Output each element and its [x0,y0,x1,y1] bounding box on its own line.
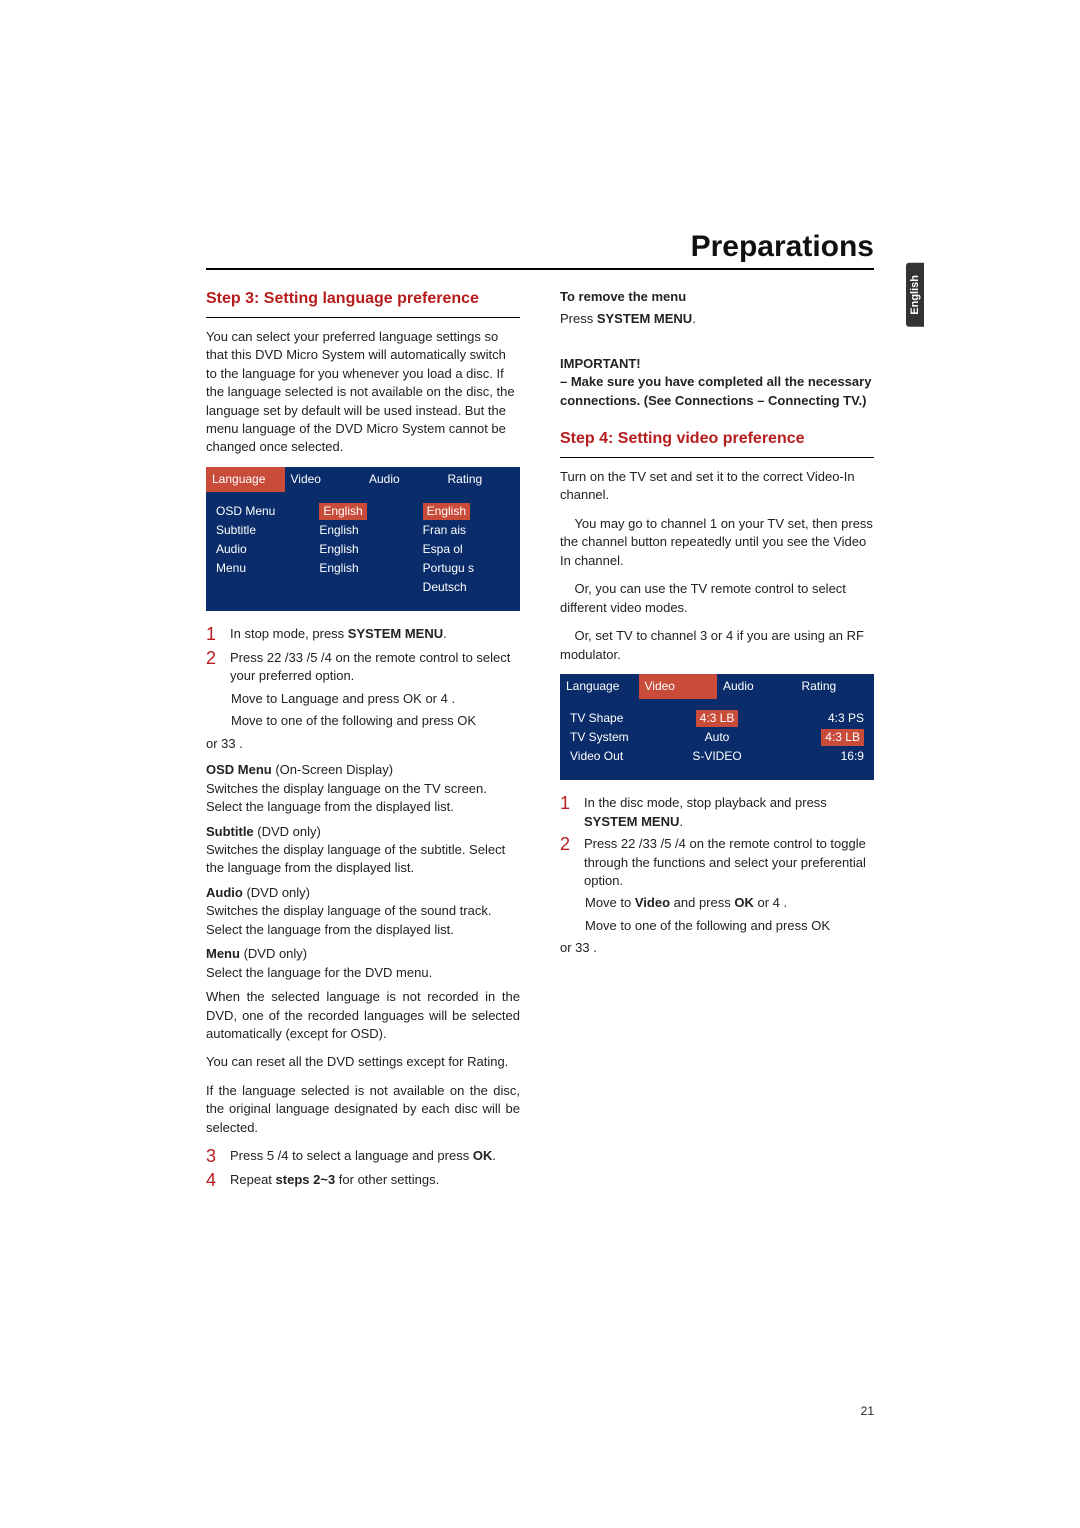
list-item: 2 Press 22 /33 /5 /4 on the remote contr… [206,649,520,686]
list-item: 1 In stop mode, press SYSTEM MENU. [206,625,520,645]
step4-rule [560,457,874,458]
bullet-item: Move to Video and press OK or 4 . Move t… [560,894,874,957]
step-number-1: 1 [206,625,220,645]
osd-value: 4:3 LB [669,709,764,728]
definition-menu: Menu (DVD only) Select the language for … [206,945,520,982]
osd-label: TV Shape [566,709,661,728]
bullet-tail: or 33 . [560,939,874,957]
bullet-tail: or 33 . [206,735,520,753]
step4-p3: Or, you can use the TV remote control to… [560,580,874,617]
osd-tab-audio: Audio [363,467,442,492]
osd-option: 16:9 [773,747,868,766]
step4-p2: You may go to channel 1 on your TV set, … [560,515,874,570]
note: When the selected language is not record… [206,988,520,1043]
osd-tab-video: Video [285,467,364,492]
osd-tab-video: Video [639,674,718,699]
osd-label: Video Out [566,747,661,766]
osd-option: Deutsch [419,578,514,597]
step4-title: Step 4: Setting video preference [560,428,874,451]
osd-tab-rating: Rating [796,674,875,699]
remove-menu-title: To remove the menu [560,288,874,306]
osd-value: English [315,521,410,540]
osd-value: S-VIDEO [669,747,764,766]
osd-option: 4:3 PS [773,709,868,728]
definition-subtitle: Subtitle (DVD only) Switches the display… [206,823,520,878]
osd-option: Portugu s [419,559,514,578]
title-rule [206,268,874,270]
list-item: 4 Repeat steps 2~3 for other settings. [206,1171,520,1191]
osd-language-menu: Language Video Audio Rating OSD Menu Sub… [206,467,520,611]
note: If the language selected is not availabl… [206,1082,520,1137]
osd-label: TV System [566,728,661,747]
osd-option: Fran ais [419,521,514,540]
osd-value: English [315,540,410,559]
step-number-2: 2 [206,649,220,669]
note: You can reset all the DVD settings excep… [206,1053,520,1071]
page-title: Preparations [206,230,874,264]
osd-option: 4:3 LB [773,728,868,747]
osd-value: English [315,559,410,578]
step3-intro: You can select your preferred language s… [206,328,520,457]
list-item: 1 In the disc mode, stop playback and pr… [560,794,874,831]
osd-video-menu: Language Video Audio Rating TV Shape TV … [560,674,874,780]
important-block: IMPORTANT! – Make sure you have complete… [560,355,874,410]
remove-menu-body: Press SYSTEM MENU. [560,310,874,328]
osd-label: Menu [212,559,307,578]
osd-label: Subtitle [212,521,307,540]
language-tab: English [906,263,924,327]
definition-audio: Audio (DVD only) Switches the display la… [206,884,520,939]
osd-option: Espa ol [419,540,514,559]
page-number: 21 [861,1404,874,1418]
osd-label: OSD Menu [212,502,307,521]
osd-tab-language: Language [206,467,285,492]
osd-tab-language: Language [560,674,639,699]
step3-rule [206,317,520,318]
osd-value: Auto [669,728,764,747]
osd-label: Audio [212,540,307,559]
step-number-2: 2 [560,835,574,855]
osd-value: English [315,502,410,521]
step4-p4: Or, set TV to channel 3 or 4 if you are … [560,627,874,664]
step4-p1: Turn on the TV set and set it to the cor… [560,468,874,505]
definition-osd: OSD Menu (On-Screen Display) Switches th… [206,761,520,816]
list-item: 3 Press 5 /4 to select a language and pr… [206,1147,520,1167]
step3-title: Step 3: Setting language preference [206,288,520,311]
osd-option: English [419,502,514,521]
left-column: Step 3: Setting language preference You … [206,288,520,1195]
step-number-4: 4 [206,1171,220,1191]
step-number-1: 1 [560,794,574,814]
list-item: 2 Press 22 /33 /5 /4 on the remote contr… [560,835,874,890]
right-column: To remove the menu Press SYSTEM MENU. IM… [560,288,874,1195]
bullet-item: Move to Language and press OK or 4 . Mov… [206,690,520,753]
osd-tab-rating: Rating [442,467,521,492]
osd-tab-audio: Audio [717,674,796,699]
step-number-3: 3 [206,1147,220,1167]
